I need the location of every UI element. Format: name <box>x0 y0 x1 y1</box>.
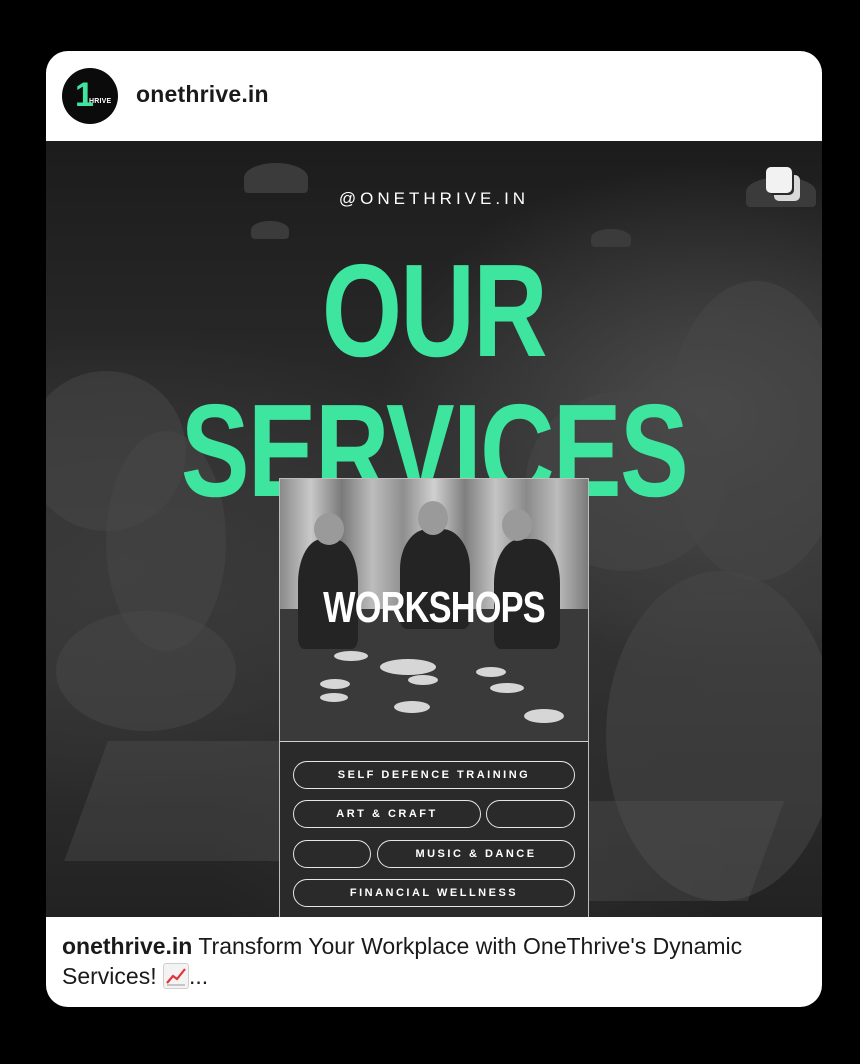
workshops-panel: WORKSHOPS SELF DEFENCE TRAINING ART & CR… <box>279 478 589 917</box>
paper-disc <box>320 679 350 689</box>
paper-disc <box>408 675 438 685</box>
pill-empty <box>293 840 371 868</box>
pill-art-craft: ART & CRAFT <box>293 800 481 828</box>
paper-disc <box>334 651 368 661</box>
caption-more[interactable]: ... <box>189 963 208 989</box>
pill-financial-wellness: FINANCIAL WELLNESS <box>293 879 575 907</box>
post-header: 1 HRIVE onethrive.in <box>46 51 822 141</box>
brand-logo-icon: 1 HRIVE <box>73 76 111 114</box>
caption-username[interactable]: onethrive.in <box>62 933 192 959</box>
background-person <box>56 611 236 731</box>
paper-disc <box>380 659 436 675</box>
workshop-person-head <box>502 509 532 541</box>
paper-disc <box>490 683 524 693</box>
workshop-person-head <box>314 513 344 545</box>
paper-disc <box>394 701 430 713</box>
logo-word: HRIVE <box>89 98 112 105</box>
paper-disc <box>476 667 506 677</box>
paper-disc <box>524 709 564 723</box>
post-image[interactable]: @ONETHRIVE.IN OUR SERVICES WORKSHOPS SEL… <box>46 141 822 917</box>
pill-empty <box>486 800 575 828</box>
pill-music-dance: MUSIC & DANCE <box>377 840 575 868</box>
workshops-title: WORKSHOPS <box>323 583 546 632</box>
workshop-person-head <box>418 501 448 535</box>
pill-self-defence: SELF DEFENCE TRAINING <box>293 761 575 789</box>
logo-numeral: 1 <box>75 76 94 114</box>
post-caption: onethrive.in Transform Your Workplace wi… <box>62 931 802 991</box>
paper-disc <box>320 693 348 702</box>
chart-increasing-emoji-icon <box>162 963 189 989</box>
workshop-photo: WORKSHOPS <box>280 479 588 741</box>
avatar[interactable]: 1 HRIVE <box>62 68 118 124</box>
background-lamp <box>251 221 289 239</box>
panel-divider <box>280 741 588 742</box>
post-card: 1 HRIVE onethrive.in @ONETHRIVE.IN OUR S… <box>46 51 822 1007</box>
username[interactable]: onethrive.in <box>136 81 269 108</box>
post-handle-text: @ONETHRIVE.IN <box>338 189 530 208</box>
